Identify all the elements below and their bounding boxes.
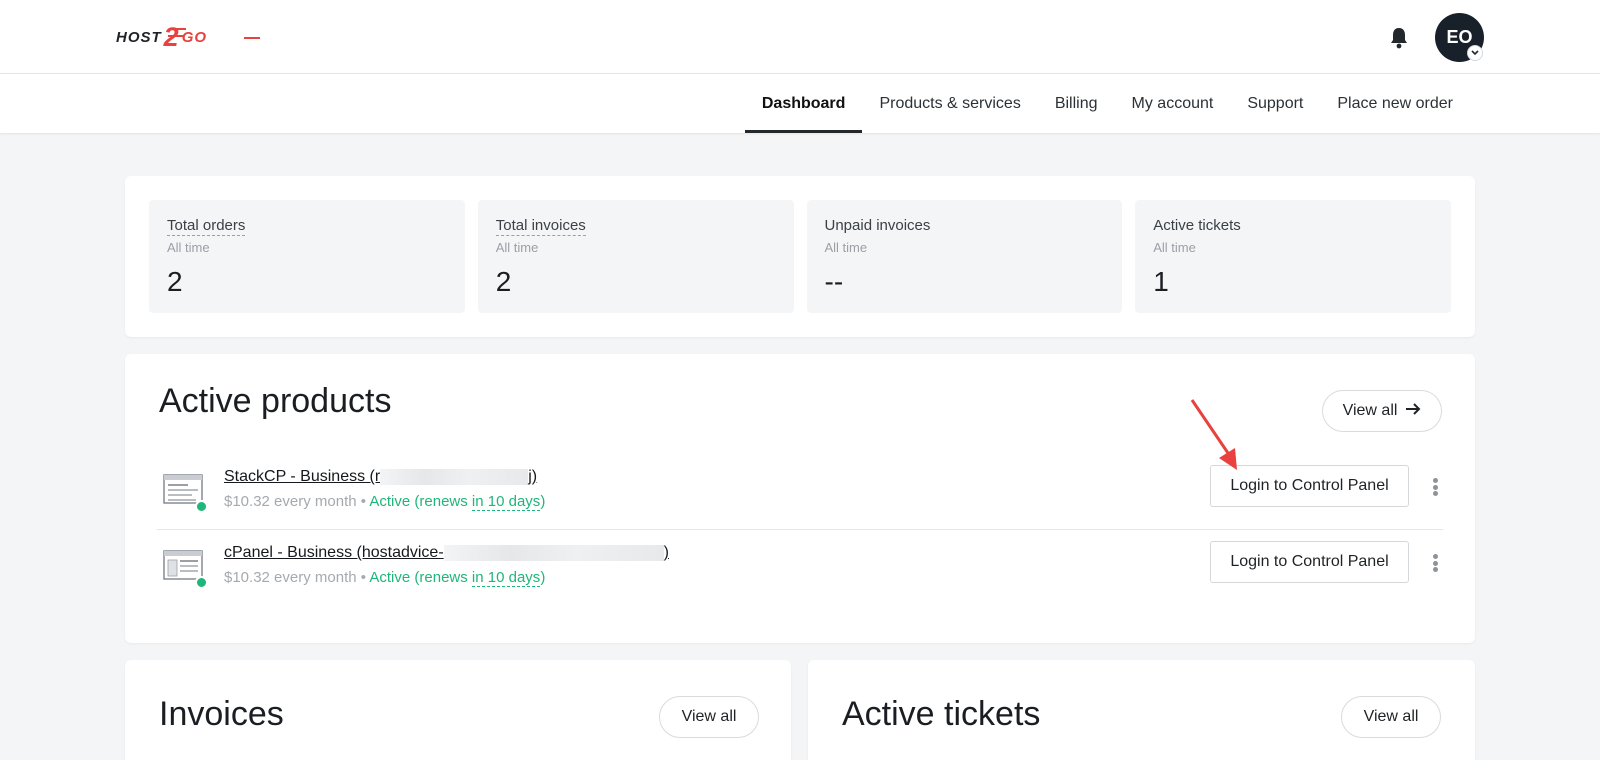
stat-total-invoices: Total invoices All time 2	[477, 200, 794, 313]
logo-text-go: GO	[181, 28, 208, 46]
stat-label[interactable]: Total invoices	[495, 217, 586, 236]
logo-text-host: HOST	[116, 28, 162, 46]
stat-period: All time	[824, 240, 868, 255]
annotation-arrow-icon	[1188, 396, 1248, 476]
nav-item-place-new-order[interactable]: Place new order	[1320, 74, 1470, 133]
stat-active-tickets: Active tickets All time 1	[1135, 200, 1451, 313]
kebab-icon[interactable]	[1430, 476, 1440, 498]
meta-separator: •	[360, 569, 367, 586]
stat-period: All time	[1153, 240, 1196, 255]
main-navigation: Dashboard Products & services Billing My…	[0, 74, 1600, 133]
view-all-tickets-button[interactable]: View all	[1341, 696, 1441, 738]
stat-total-orders: Total orders All time 2	[149, 200, 465, 313]
stat-value: 2	[495, 266, 512, 297]
invoices-card: Invoices View all	[125, 660, 791, 760]
product-price: $10.32 every month	[224, 569, 357, 586]
nav-item-dashboard[interactable]: Dashboard	[744, 74, 863, 133]
product-row: StackCP - Business (r j) $10.32 every mon…	[157, 454, 1443, 529]
chevron-down-icon[interactable]	[1467, 45, 1483, 61]
view-all-invoices-button[interactable]: View all	[659, 696, 759, 738]
login-control-panel-button[interactable]: Login to Control Panel	[1210, 541, 1409, 583]
product-meta: $10.32 every month • Active (renews in 1…	[224, 493, 546, 511]
stat-value: --	[824, 266, 844, 297]
renewal-date[interactable]: in 10 days	[471, 493, 541, 511]
section-title: Active products	[159, 382, 392, 420]
product-status: Active (renews in 10 days)	[369, 493, 546, 511]
stat-label: Active tickets	[1153, 217, 1241, 234]
stat-value: 2	[167, 266, 183, 297]
status-dot	[195, 500, 208, 513]
stats-card: Total orders All time 2 Total invoices A…	[125, 176, 1475, 337]
nav-item-products-services[interactable]: Products & services	[862, 74, 1037, 133]
product-price: $10.32 every month	[224, 493, 357, 510]
stat-period: All time	[495, 240, 539, 255]
section-title: Active tickets	[842, 695, 1041, 733]
product-name-link[interactable]: StackCP - Business (r j)	[224, 468, 537, 486]
bell-icon[interactable]	[1388, 26, 1410, 50]
product-status: Active (renews in 10 days)	[369, 569, 546, 587]
logo-swoosh	[172, 28, 186, 30]
product-name-link[interactable]: cPanel - Business (hostadvice-)	[224, 544, 669, 562]
stat-value: 1	[1153, 266, 1169, 297]
product-meta: $10.32 every month • Active (renews in 1…	[224, 569, 546, 587]
section-title: Invoices	[159, 695, 284, 733]
kebab-icon[interactable]	[1430, 552, 1440, 574]
arrow-right-icon	[1405, 402, 1421, 421]
logo-swoosh	[168, 35, 184, 37]
active-tickets-card: Active tickets View all	[808, 660, 1475, 760]
top-header: HOST 2 GO EO	[0, 0, 1600, 74]
active-products-card: Active products View all StackCP - Busin…	[125, 354, 1475, 643]
nav-menu: Dashboard Products & services Billing My…	[744, 74, 1470, 133]
stat-period: All time	[167, 240, 210, 255]
view-all-products-button[interactable]: View all	[1322, 390, 1442, 432]
host2go-logo[interactable]: HOST 2 GO	[116, 22, 260, 52]
nav-item-my-account[interactable]: My account	[1115, 74, 1231, 133]
stat-label: Unpaid invoices	[824, 217, 931, 234]
stat-unpaid-invoices: Unpaid invoices All time --	[806, 200, 1123, 313]
nav-item-support[interactable]: Support	[1230, 74, 1320, 133]
logo-swoosh	[244, 37, 260, 39]
renewal-date[interactable]: in 10 days	[471, 569, 541, 587]
nav-item-billing[interactable]: Billing	[1038, 74, 1115, 133]
meta-separator: •	[360, 493, 367, 510]
stat-label[interactable]: Total orders	[167, 217, 246, 236]
status-dot	[195, 576, 208, 589]
button-label: View all	[1342, 402, 1398, 419]
avatar-initials: EO	[1446, 27, 1473, 47]
product-row: cPanel - Business (hostadvice-) $10.32 e…	[157, 529, 1443, 604]
